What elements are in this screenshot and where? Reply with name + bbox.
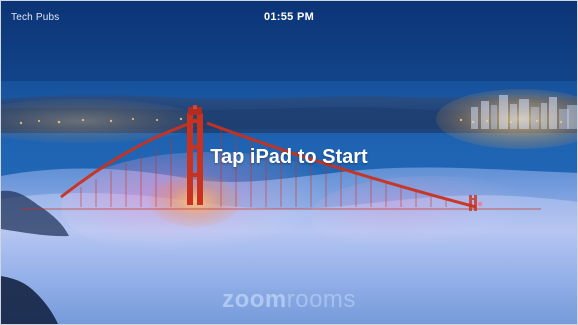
logo-rooms-text: rooms xyxy=(286,286,356,313)
zoom-rooms-logo: zoomrooms xyxy=(1,286,577,314)
tap-to-start-prompt[interactable]: Tap iPad to Start xyxy=(1,146,577,169)
zoom-rooms-start-screen[interactable]: Tech Pubs 01:55 PM Tap iPad to Start zoo… xyxy=(0,0,578,325)
logo-zoom-text: zoom xyxy=(222,286,287,313)
